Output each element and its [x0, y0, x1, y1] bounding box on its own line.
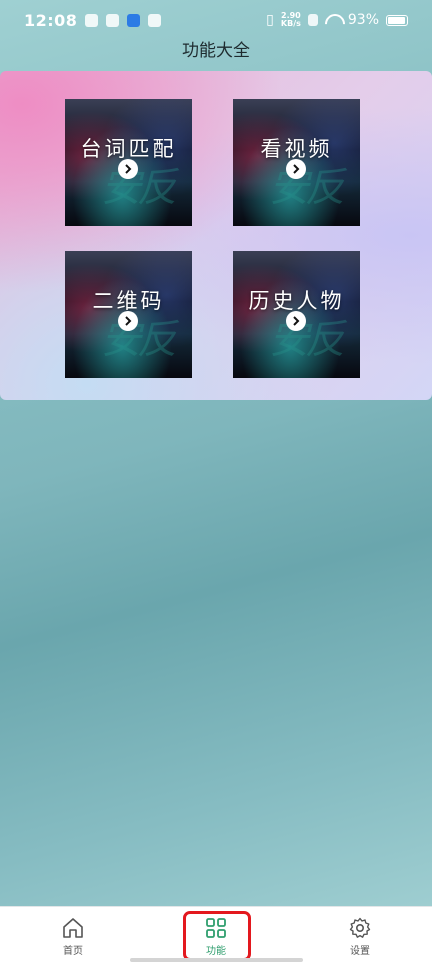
bottom-tab-bar: 首页 功能 设置 — [0, 906, 432, 964]
chevron-right-circle-icon[interactable] — [118, 311, 138, 331]
status-bar: 12:08 ▯ 2.90 KB/s 93% — [0, 0, 432, 40]
accessibility-icon — [127, 13, 141, 27]
notification-icon — [85, 13, 99, 27]
calendar-icon — [148, 13, 162, 27]
card-line-match[interactable]: 安反 台词匹配 — [65, 99, 192, 226]
gear-icon — [349, 917, 371, 942]
vibrate-icon: ▯ — [266, 12, 274, 28]
tab-settings[interactable]: 设置 — [330, 907, 390, 964]
tab-settings-label: 设置 — [350, 946, 370, 957]
chevron-right-circle-icon[interactable] — [286, 159, 306, 179]
battery-icon — [386, 14, 408, 26]
battery-percent: 93% — [347, 12, 379, 28]
tab-functions[interactable]: 功能 — [186, 907, 246, 964]
network-speed: 2.90 KB/s — [281, 12, 301, 28]
status-time: 12:08 — [24, 10, 78, 30]
home-icon — [61, 917, 85, 942]
tab-home[interactable]: 首页 — [43, 907, 103, 964]
mail-icon — [106, 13, 120, 27]
grid-icon — [205, 917, 227, 942]
sim-icon — [307, 14, 318, 26]
wifi-icon — [325, 14, 341, 26]
tab-functions-label: 功能 — [206, 946, 226, 957]
status-right: ▯ 2.90 KB/s 93% — [266, 12, 408, 28]
chevron-right-circle-icon[interactable] — [286, 311, 306, 331]
card-watch-video[interactable]: 安反 看视频 — [233, 99, 360, 226]
tab-home-label: 首页 — [63, 946, 83, 957]
chevron-right-circle-icon[interactable] — [118, 159, 138, 179]
card-historical-figures[interactable]: 安反 历史人物 — [233, 251, 360, 378]
status-left: 12:08 — [24, 10, 162, 30]
home-indicator — [130, 958, 303, 962]
card-qrcode[interactable]: 安反 二维码 — [65, 251, 192, 378]
page-title: 功能大全 — [182, 41, 250, 61]
network-speed-unit: KB/s — [280, 19, 301, 28]
function-panel: 安反 台词匹配 安反 看视频 安反 二维码 安反 历史人物 — [0, 71, 432, 400]
